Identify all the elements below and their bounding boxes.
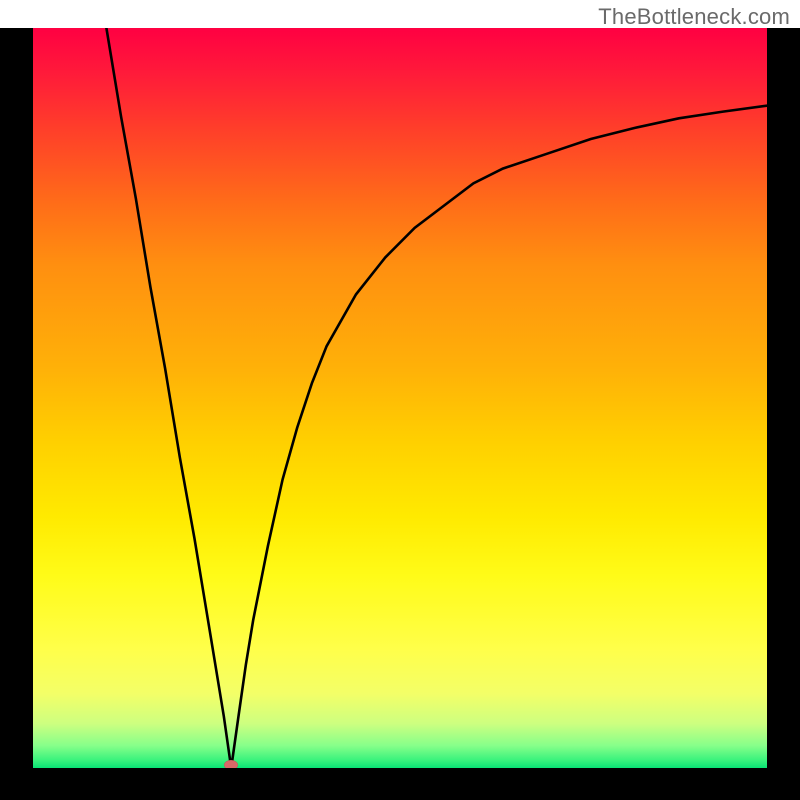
chart-wrapper: TheBottleneck.com — [0, 0, 800, 800]
minimum-point-marker — [224, 760, 238, 768]
attribution-label: TheBottleneck.com — [598, 4, 790, 30]
bottleneck-curve — [33, 28, 767, 768]
chart-frame — [0, 28, 800, 800]
chart-plot-area — [33, 28, 767, 768]
